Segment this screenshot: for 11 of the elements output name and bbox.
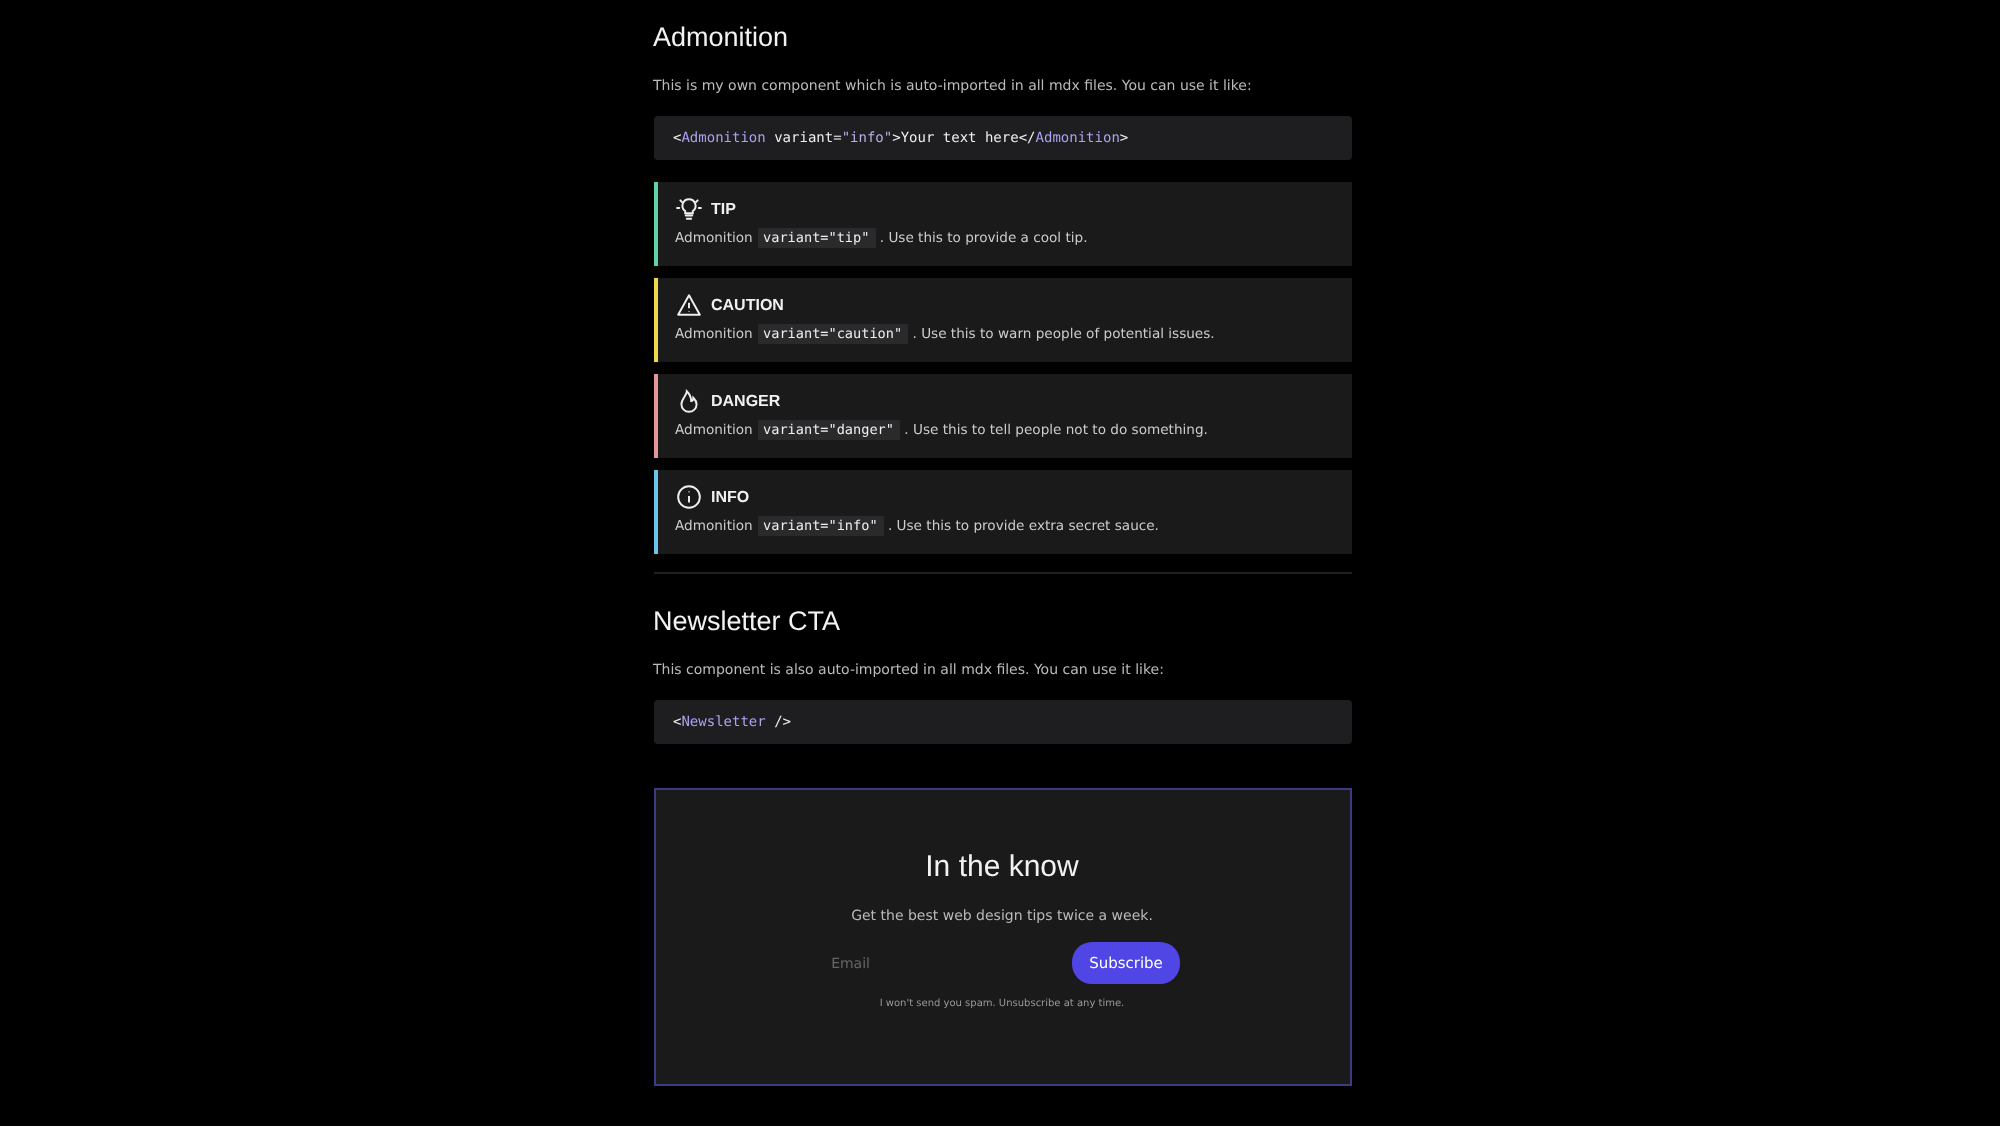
newsletter-title: In the know: [925, 850, 1079, 884]
section-heading: Newsletter CTA: [653, 606, 843, 636]
section-heading: Admonition: [653, 22, 791, 52]
warning-icon: [675, 292, 701, 318]
admonition-title: CAUTION: [711, 296, 784, 314]
admonition-title: INFO: [711, 488, 750, 506]
info-icon: [675, 484, 701, 510]
admonition-title: TIP: [711, 200, 736, 218]
flame-icon: [675, 388, 701, 414]
lightbulb-icon: [675, 196, 701, 222]
admonition-title: DANGER: [711, 392, 781, 410]
